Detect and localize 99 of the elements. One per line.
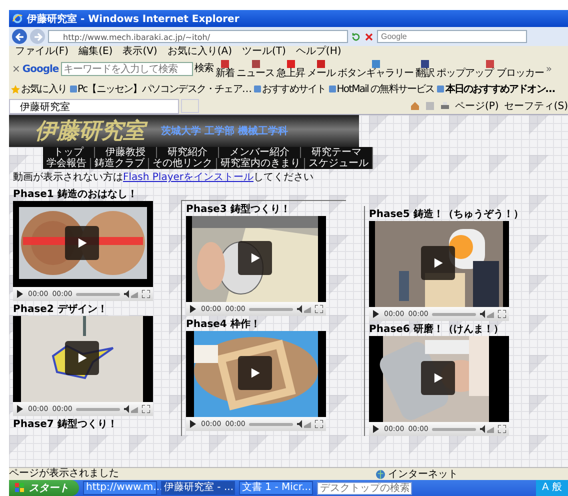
volume-icon[interactable]: [480, 310, 494, 318]
nav-link[interactable]: その他リンク: [149, 158, 217, 169]
nav-link[interactable]: 鋳造クラブ: [91, 158, 149, 169]
nav-link[interactable]: 研究室内のきまり: [217, 158, 305, 169]
toolbar-button[interactable]: メール: [307, 60, 336, 78]
play-icon[interactable]: [372, 310, 380, 318]
menu-item[interactable]: 編集(E): [78, 46, 113, 58]
menu-item[interactable]: お気に入り(A): [167, 46, 232, 58]
close-icon[interactable]: [364, 32, 374, 42]
fullscreen-icon[interactable]: [315, 420, 323, 428]
browser-logo-icon: [12, 13, 23, 24]
favorite-link[interactable]: Pc【ニッセン】パソコンデスク・チェア…: [70, 82, 252, 96]
search-button[interactable]: 検索: [194, 64, 214, 74]
phase-title: Phase4 枠作！: [186, 319, 262, 331]
volume-icon[interactable]: [297, 305, 311, 313]
fullscreen-icon[interactable]: [315, 305, 323, 313]
play-button[interactable]: [238, 356, 272, 390]
play-icon: [76, 352, 88, 364]
toolbar-button[interactable]: 新着: [216, 60, 235, 78]
refresh-icon[interactable]: [351, 32, 361, 42]
phase-title: Phase2 デザイン！: [13, 304, 108, 316]
fullscreen-icon[interactable]: [498, 425, 506, 433]
status-text: ページが表示されました: [9, 468, 119, 480]
play-button[interactable]: [65, 341, 99, 375]
toolbar-icon: [372, 60, 380, 68]
nav-link[interactable]: スケジュール: [305, 158, 373, 169]
page-icon: [328, 85, 336, 93]
toolbar-button[interactable]: ポップアップ ブロッカー: [436, 60, 544, 78]
volume-icon[interactable]: [480, 425, 494, 433]
phase-title: Phase3 鋳型つくり！: [186, 204, 292, 216]
google-logo: Google: [22, 64, 59, 74]
zone-indicator: インターネット: [376, 467, 458, 481]
menu-item[interactable]: ファイル(F): [15, 46, 69, 58]
volume-icon[interactable]: [124, 290, 138, 298]
play-icon[interactable]: [16, 290, 24, 298]
toolbar-button[interactable]: ニュース: [236, 60, 275, 78]
menu-item[interactable]: 表示(V): [122, 46, 158, 58]
toolbar-icon: [421, 60, 430, 68]
menu-item[interactable]: ツール(T): [242, 46, 286, 58]
play-icon: [76, 237, 88, 249]
phase-title: Phase5 鋳造！（ちゅうぞう！）: [369, 209, 524, 221]
play-button[interactable]: [238, 241, 272, 275]
play-button[interactable]: [65, 226, 99, 260]
back-arrow-icon: [14, 30, 26, 42]
menu-item[interactable]: ヘルプ(H): [296, 46, 342, 58]
play-icon: [249, 367, 261, 379]
keyword-field[interactable]: キーワードを入力して検索: [60, 62, 193, 76]
command-menu[interactable]: セーフティ(S): [504, 99, 568, 113]
play-button[interactable]: [421, 246, 455, 280]
play-icon: [432, 372, 444, 384]
favorite-link[interactable]: 本日のおすすめアドオン…: [437, 82, 555, 96]
play-icon[interactable]: [189, 305, 197, 313]
window-title: 伊藤研究室 - Windows Internet Explorer: [27, 12, 240, 26]
close-toolbar-button[interactable]: ×: [12, 64, 20, 74]
play-icon[interactable]: [372, 425, 380, 433]
toolbar-icon: [221, 60, 230, 68]
phase-title: Phase1 鋳造のおはなし！: [13, 189, 138, 201]
favorite-link[interactable]: HotMail の無料サービス: [328, 82, 434, 96]
fullscreen-icon[interactable]: [498, 310, 506, 318]
taskbar-button[interactable]: 文書 1 - Micr...: [239, 481, 313, 495]
favorite-link[interactable]: おすすめサイト: [254, 82, 326, 96]
play-button[interactable]: [421, 361, 455, 395]
more-button[interactable]: »: [546, 64, 552, 74]
toolbar-icon: [286, 60, 295, 68]
fullscreen-icon[interactable]: [142, 405, 150, 413]
command-menu[interactable]: ページ(P): [455, 99, 499, 113]
volume-icon[interactable]: [297, 420, 311, 428]
browser-tab[interactable]: 伊藤研究室: [9, 98, 179, 114]
notice-text: 動画が表示されない方はFlash Playerをインストールしてください: [13, 172, 315, 184]
play-icon[interactable]: [189, 420, 197, 428]
site-subtitle: 茨城大学 工学部 機械工学科: [161, 124, 288, 138]
play-icon: [432, 257, 444, 269]
toolbar-button[interactable]: 翻訳: [416, 60, 435, 78]
globe-icon: [376, 470, 385, 478]
play-icon[interactable]: [16, 405, 24, 413]
back-button[interactable]: [12, 29, 27, 44]
printer-icon[interactable]: [440, 101, 450, 111]
windows-logo-icon: [15, 483, 25, 493]
volume-icon[interactable]: [124, 405, 138, 413]
page-icon: [437, 85, 444, 93]
favorites-button[interactable]: お気に入り: [11, 82, 67, 96]
play-icon: [249, 252, 261, 264]
page-icon: [254, 85, 262, 93]
forward-arrow-icon: [32, 30, 44, 42]
phase-title: Phase7 鋳型つくり！: [13, 419, 118, 431]
taskbar-button[interactable]: 伊藤研究室 - ...: [161, 481, 235, 495]
toolbar-icon: [252, 60, 260, 68]
address-field[interactable]: http://www.mech.ibaraki.ac.jp/~itoh/: [48, 30, 348, 43]
toolbar-icon: [486, 60, 494, 68]
toolbar-icon: [317, 60, 326, 68]
toolbar-button[interactable]: 急上昇: [276, 60, 306, 78]
toolbar-button[interactable]: ボタンギャラリー: [338, 60, 414, 78]
nav-link[interactable]: 学会報告: [43, 158, 91, 169]
phase-title: Phase6 研磨！（けんま！）: [369, 324, 504, 336]
search-field[interactable]: Google: [377, 30, 527, 43]
star-icon: [11, 84, 20, 94]
fullscreen-icon[interactable]: [142, 290, 150, 298]
install-link[interactable]: Flash Playerをインストール: [123, 172, 254, 183]
page-icon: [70, 85, 77, 93]
